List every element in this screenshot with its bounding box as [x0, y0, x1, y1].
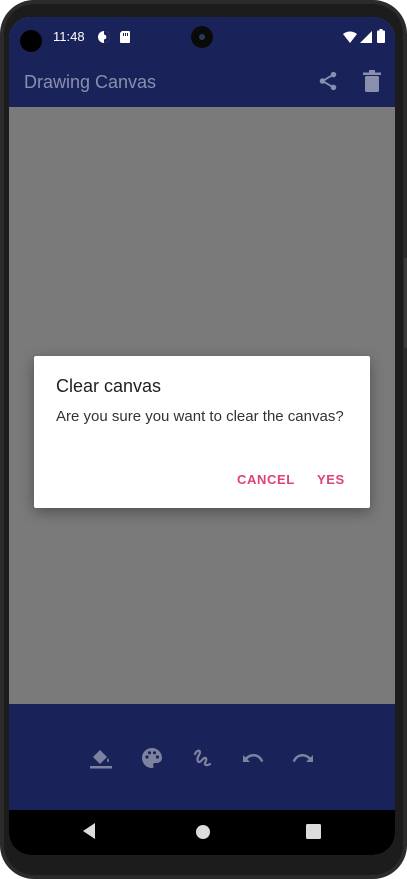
share-icon[interactable] — [317, 70, 339, 97]
battery-icon — [377, 29, 385, 48]
front-camera-hole — [20, 30, 42, 52]
status-bar: 11:48 — [9, 17, 395, 57]
dialog-title: Clear canvas — [56, 376, 162, 396]
sd-card-icon — [119, 30, 131, 49]
bottom-toolbar — [9, 704, 395, 810]
phone-frame: 11:48 Drawing Canvas Clear canvas Are yo… — [0, 0, 407, 879]
recents-icon[interactable] — [306, 824, 321, 844]
home-icon[interactable] — [195, 824, 211, 845]
data-saver-icon — [97, 30, 111, 49]
dialog-message: Are you sure you want to clear the canva… — [56, 408, 344, 425]
yes-button[interactable]: YES — [317, 472, 345, 487]
signal-icon — [360, 30, 372, 48]
redo-icon[interactable] — [291, 746, 315, 770]
wifi-icon — [343, 30, 357, 48]
fill-bucket-icon[interactable] — [89, 746, 113, 770]
undo-icon[interactable] — [241, 746, 265, 770]
status-time: 11:48 — [53, 29, 85, 44]
brush-icon[interactable] — [190, 746, 214, 770]
app-title: Drawing Canvas — [24, 72, 157, 92]
clear-canvas-dialog: Clear canvas Are you sure you want to cl… — [34, 356, 370, 508]
back-icon[interactable] — [81, 822, 97, 845]
navigation-bar — [9, 810, 395, 855]
camera-lens — [191, 26, 213, 48]
palette-icon[interactable] — [140, 746, 164, 770]
delete-icon[interactable] — [362, 70, 382, 97]
app-bar: Drawing Canvas — [9, 57, 395, 107]
cancel-button[interactable]: CANCEL — [237, 472, 295, 487]
